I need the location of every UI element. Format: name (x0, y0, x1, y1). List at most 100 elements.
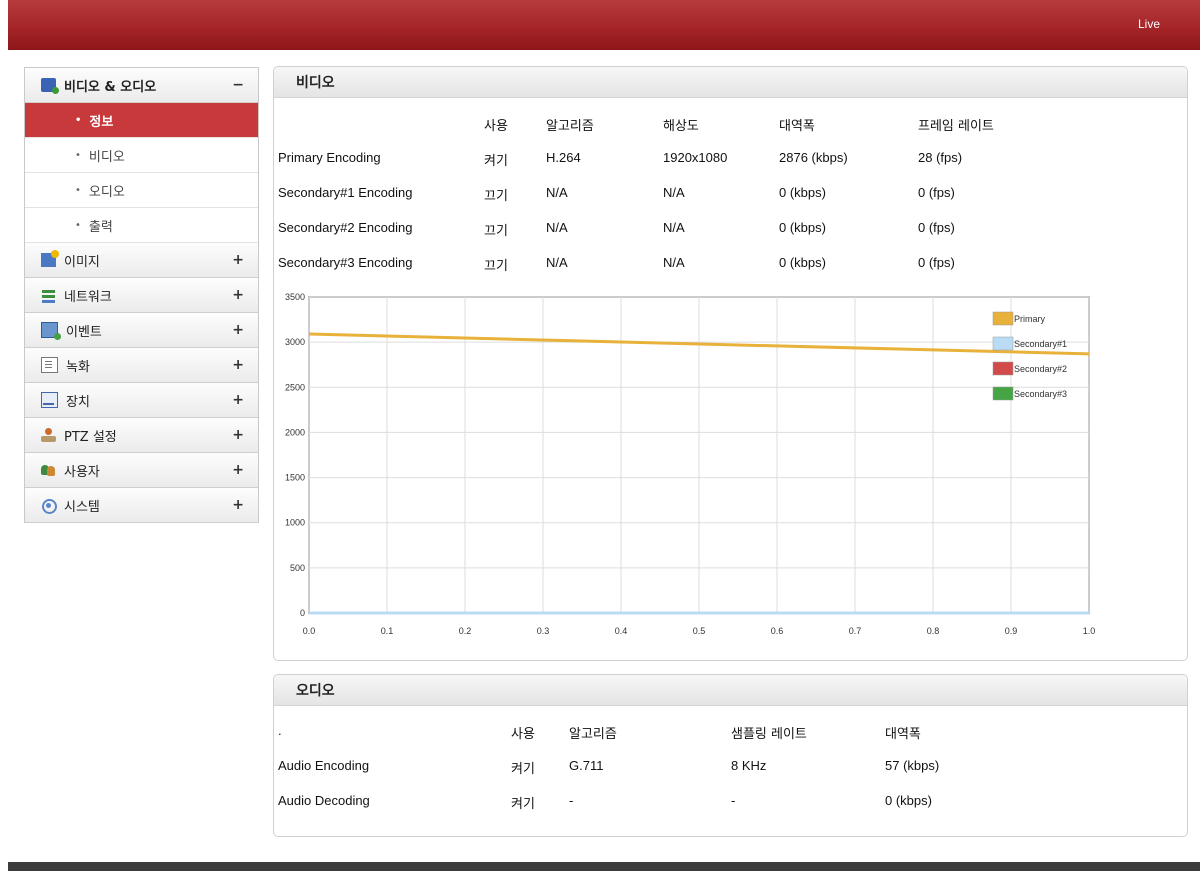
sidebar-item-image[interactable]: 이미지 + (25, 243, 258, 278)
bullet-icon: • (75, 219, 81, 231)
video-row-algorithm: H.264 (546, 150, 581, 165)
sidebar-item-user[interactable]: 사용자 + (25, 453, 258, 488)
video-row-algorithm: N/A (546, 185, 568, 200)
audio-row-use: 켜기 (511, 762, 535, 777)
expand-icon[interactable]: + (232, 392, 244, 408)
sidebar-subitem-label: 오디오 (88, 184, 125, 200)
video-row-resolution: N/A (663, 185, 685, 200)
video-row-bandwidth: 0 (kbps) (779, 255, 826, 270)
network-icon (41, 288, 56, 302)
video-row-name: Primary Encoding (278, 150, 381, 165)
bottom-bar (8, 862, 1200, 871)
audio-row-algorithm: G.711 (569, 758, 604, 773)
sidebar-item-label: 이미지 (64, 254, 100, 270)
audio-row-samplerate: - (731, 793, 736, 808)
sidebar-subitem-label: 정보 (89, 114, 114, 130)
device-icon (41, 392, 58, 408)
expand-icon[interactable]: + (232, 357, 244, 373)
audio-panel-title: 오디오 (274, 675, 1187, 706)
video-row-framerate: 0 (fps) (918, 185, 955, 200)
video-row-use: 켜기 (484, 154, 508, 169)
video-row-use: 끄기 (484, 259, 508, 274)
sidebar-item-video-audio[interactable]: 비디오 & 오디오 − (25, 68, 258, 103)
video-header-framerate: 프레임 레이트 (918, 119, 994, 134)
video-row-name: Secondary#2 Encoding (278, 220, 413, 235)
audio-header-samplerate: 샘플링 레이트 (731, 727, 807, 742)
video-row-resolution: N/A (663, 220, 685, 235)
audio-header-use: 사용 (511, 727, 535, 742)
collapse-icon[interactable]: − (232, 77, 244, 93)
audio-header-algorithm: 알고리즘 (569, 727, 617, 742)
video-row-framerate: 28 (fps) (918, 150, 963, 165)
expand-icon[interactable]: + (232, 252, 244, 268)
sidebar-subitem-label: 출력 (88, 219, 113, 235)
audio-row-bandwidth: 0 (kbps) (885, 793, 932, 808)
expand-icon[interactable]: + (232, 287, 244, 303)
user-icon (41, 463, 56, 477)
sidebar-item-device[interactable]: 장치 + (25, 383, 258, 418)
image-icon (41, 250, 59, 267)
record-icon (41, 357, 58, 373)
video-row-algorithm: N/A (546, 255, 568, 270)
video-row-algorithm: N/A (546, 220, 568, 235)
sidebar-item-network[interactable]: 네트워크 + (25, 278, 258, 313)
video-header-resolution: 해상도 (663, 119, 699, 134)
sidebar-item-record[interactable]: 녹화 + (25, 348, 258, 383)
video-row-use: 끄기 (484, 224, 508, 239)
audio-row-use: 켜기 (511, 797, 535, 812)
sidebar-item-label: 이벤트 (66, 324, 102, 340)
expand-icon[interactable]: + (232, 497, 244, 513)
expand-icon[interactable]: + (232, 462, 244, 478)
sidebar-subitem-label: 비디오 (88, 149, 125, 165)
audio-row-bandwidth: 57 (kbps) (885, 758, 940, 773)
video-header-algorithm: 알고리즘 (546, 119, 594, 134)
sidebar-item-label: PTZ 설정 (64, 429, 117, 445)
audio-row-name: Audio Encoding (278, 758, 370, 773)
system-icon (41, 498, 57, 514)
bullet-icon: • (75, 184, 81, 196)
video-audio-icon (41, 78, 59, 94)
live-link[interactable]: Live (1138, 17, 1160, 31)
audio-row-algorithm: - (569, 793, 574, 808)
sidebar-item-ptz[interactable]: PTZ 설정 + (25, 418, 258, 453)
video-row-bandwidth: 0 (kbps) (779, 220, 826, 235)
video-row-use: 끄기 (484, 189, 508, 204)
bullet-icon: • (75, 149, 81, 161)
video-panel: 비디오 (273, 66, 1188, 661)
sidebar-item-label: 네트워크 (64, 289, 112, 305)
video-row-bandwidth: 2876 (kbps) (779, 150, 848, 165)
sidebar-item-label: 비디오 & 오디오 (64, 79, 157, 95)
audio-header-name: . (278, 723, 282, 738)
video-row-framerate: 0 (fps) (918, 220, 955, 235)
sidebar-subitem-audio[interactable]: • 오디오 (25, 173, 258, 208)
audio-header-bandwidth: 대역폭 (885, 727, 921, 742)
event-icon (41, 322, 61, 340)
video-row-framerate: 0 (fps) (918, 255, 955, 270)
video-row-resolution: N/A (663, 255, 685, 270)
sidebar-subitem-output[interactable]: • 출력 (25, 208, 258, 243)
audio-row-name: Audio Decoding (278, 793, 370, 808)
sidebar-menu: 비디오 & 오디오 − • 정보 • 비디오 • 오디오 • 출력 이미지 + … (24, 67, 259, 523)
video-header-bandwidth: 대역폭 (779, 119, 815, 134)
sidebar-item-label: 사용자 (64, 464, 100, 480)
video-row-name: Secondary#1 Encoding (278, 185, 413, 200)
video-row-name: Secondary#3 Encoding (278, 255, 413, 270)
sidebar-item-system[interactable]: 시스템 + (25, 488, 258, 523)
sidebar-item-event[interactable]: 이벤트 + (25, 313, 258, 348)
top-bar: Live (8, 0, 1200, 50)
bullet-icon: • (75, 114, 82, 126)
video-panel-title: 비디오 (274, 67, 1187, 98)
audio-row-samplerate: 8 KHz (731, 758, 767, 773)
sidebar-subitem-info[interactable]: • 정보 (25, 103, 258, 138)
video-header-use: 사용 (484, 119, 508, 134)
sidebar-item-label: 시스템 (64, 499, 100, 515)
sidebar-item-label: 녹화 (66, 359, 90, 375)
sidebar-subitem-video[interactable]: • 비디오 (25, 138, 258, 173)
sidebar-item-label: 장치 (66, 394, 90, 410)
audio-panel: 오디오 (273, 674, 1188, 837)
video-row-resolution: 1920x1080 (663, 150, 728, 165)
expand-icon[interactable]: + (232, 427, 244, 443)
ptz-icon (41, 428, 56, 442)
expand-icon[interactable]: + (232, 322, 244, 338)
video-row-bandwidth: 0 (kbps) (779, 185, 826, 200)
